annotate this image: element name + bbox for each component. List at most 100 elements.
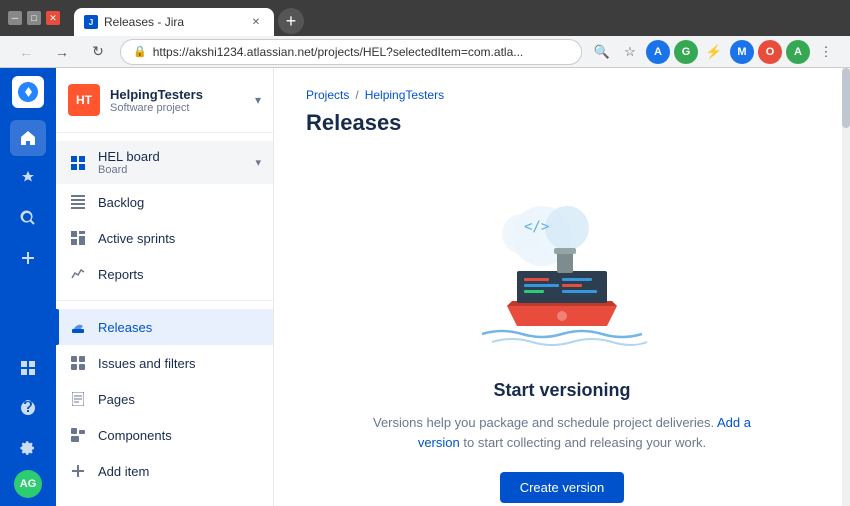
sidebar-item-active-sprints[interactable]: Active sprints xyxy=(56,220,273,256)
url-bar[interactable]: 🔒 https://akshi1234.atlassian.net/projec… xyxy=(120,39,582,65)
breadcrumb-project-link[interactable]: HelpingTesters xyxy=(365,88,444,102)
active-sprints-label: Active sprints xyxy=(98,231,261,246)
breadcrumb-projects-link[interactable]: Projects xyxy=(306,88,349,102)
home-icon xyxy=(20,130,36,146)
profile-avatar: A xyxy=(786,40,810,64)
apps-icon xyxy=(20,360,36,376)
ship-illustration: </> xyxy=(462,196,662,356)
gs-create-item[interactable] xyxy=(10,240,46,276)
new-tab-button[interactable]: + xyxy=(278,8,304,34)
empty-state-description: Versions help you package and schedule p… xyxy=(372,413,752,452)
sidebar-item-pages[interactable]: Pages xyxy=(56,381,273,417)
board-icon xyxy=(68,153,88,173)
sidebar-item-backlog[interactable]: Backlog xyxy=(56,184,273,220)
lock-icon: 🔒 xyxy=(133,45,147,58)
jira-logo xyxy=(12,76,44,108)
profile-circle-1: A xyxy=(646,40,670,64)
project-chevron-icon: ▾ xyxy=(255,93,261,107)
forward-button[interactable]: → xyxy=(48,38,76,66)
address-bar: ← → ↻ 🔒 https://akshi1234.atlassian.net/… xyxy=(0,36,850,68)
board-chevron-icon: ▾ xyxy=(255,156,261,169)
empty-desc-part1: Versions help you package and schedule p… xyxy=(373,415,714,430)
breadcrumb: Projects / HelpingTesters xyxy=(306,88,818,102)
window-controls: ─ □ ✕ xyxy=(8,11,60,25)
plus-icon xyxy=(20,250,36,266)
backlog-label: Backlog xyxy=(98,195,261,210)
search-action-button[interactable]: 🔍 xyxy=(590,40,614,64)
svg-text:</>: </> xyxy=(524,219,549,235)
url-text: https://akshi1234.atlassian.net/projects… xyxy=(153,45,569,59)
profile-circle-2: G xyxy=(674,40,698,64)
board-label: HEL board xyxy=(98,149,245,164)
empty-state-title: Start versioning xyxy=(493,380,630,401)
gs-apps-item[interactable] xyxy=(10,350,46,386)
releases-label: Releases xyxy=(98,320,261,335)
sidebar-item-add[interactable]: Add item xyxy=(56,453,273,489)
active-tab[interactable]: J Releases - Jira ✕ xyxy=(74,8,274,36)
extensions-button[interactable]: ⚡ xyxy=(702,40,726,64)
project-sidebar: HT HelpingTesters Software project ▾ HEL… xyxy=(56,68,274,506)
empty-state: </> xyxy=(306,176,818,506)
components-icon xyxy=(68,425,88,445)
reports-label: Reports xyxy=(98,267,261,282)
search-icon xyxy=(20,210,36,226)
gs-star-item[interactable] xyxy=(10,160,46,196)
backlog-icon xyxy=(68,192,88,212)
sidebar-item-releases[interactable]: Releases xyxy=(56,309,273,345)
profile-circle-3: M xyxy=(730,40,754,64)
sidebar-item-issues-filters[interactable]: Issues and filters xyxy=(56,345,273,381)
address-actions: 🔍 ☆ A G ⚡ M O A ⋮ xyxy=(590,40,838,64)
close-button[interactable]: ✕ xyxy=(46,11,60,25)
pages-label: Pages xyxy=(98,392,261,407)
question-icon xyxy=(20,400,36,416)
page-title: Releases xyxy=(306,110,818,136)
tab-favicon: J xyxy=(84,15,98,29)
bookmark-button[interactable]: ☆ xyxy=(618,40,642,64)
project-icon: HT xyxy=(68,84,100,116)
settings-icon xyxy=(20,440,36,456)
avatar-initials: AG xyxy=(20,478,37,490)
tab-title: Releases - Jira xyxy=(104,15,184,29)
breadcrumb-separator: / xyxy=(355,88,358,102)
gs-search-item[interactable] xyxy=(10,200,46,236)
releases-icon xyxy=(68,317,88,337)
gs-home-item[interactable] xyxy=(10,120,46,156)
empty-desc-part2-text: to start collecting and releasing your w… xyxy=(463,435,706,450)
scrollbar-thumb[interactable] xyxy=(842,68,850,128)
empty-illustration: </> xyxy=(462,196,662,356)
sidebar-item-reports[interactable]: Reports xyxy=(56,256,273,292)
add-icon xyxy=(68,461,88,481)
project-icon-label: HT xyxy=(76,93,92,107)
browser-chrome: ─ □ ✕ J Releases - Jira ✕ + xyxy=(0,0,850,36)
add-item-label: Add item xyxy=(98,464,261,479)
project-header[interactable]: HT HelpingTesters Software project ▾ xyxy=(56,68,273,133)
sidebar-item-components[interactable]: Components xyxy=(56,417,273,453)
tab-close-button[interactable]: ✕ xyxy=(248,14,264,30)
global-sidebar: AG xyxy=(0,68,56,506)
project-type: Software project xyxy=(110,102,245,114)
pages-icon xyxy=(68,389,88,409)
issues-icon xyxy=(68,353,88,373)
issues-filters-label: Issues and filters xyxy=(98,356,261,371)
gs-settings-item[interactable] xyxy=(10,430,46,466)
board-sublabel: Board xyxy=(98,164,245,176)
maximize-button[interactable]: □ xyxy=(27,11,41,25)
sidebar-section-releases: Releases Issues and filters Pages Compon… xyxy=(56,301,273,497)
star-icon xyxy=(20,170,36,186)
back-button[interactable]: ← xyxy=(12,38,40,66)
sidebar-section-board: HEL board Board ▾ Backlog Active sprints xyxy=(56,133,273,300)
gs-question-item[interactable] xyxy=(10,390,46,426)
create-version-button[interactable]: Create version xyxy=(500,472,625,503)
content-inner: Projects / HelpingTesters Releases </> xyxy=(274,68,850,506)
menu-button[interactable]: ⋮ xyxy=(814,40,838,64)
active-sprints-icon xyxy=(68,228,88,248)
main-content: Projects / HelpingTesters Releases </> xyxy=(274,68,850,506)
project-name: HelpingTesters xyxy=(110,87,245,102)
reload-button[interactable]: ↻ xyxy=(84,38,112,66)
sidebar-item-board[interactable]: HEL board Board ▾ xyxy=(56,141,273,184)
minimize-button[interactable]: ─ xyxy=(8,11,22,25)
scrollbar-track[interactable] xyxy=(842,68,850,506)
components-label: Components xyxy=(98,428,261,443)
profile-circle-4: O xyxy=(758,40,782,64)
user-avatar[interactable]: AG xyxy=(14,470,42,498)
